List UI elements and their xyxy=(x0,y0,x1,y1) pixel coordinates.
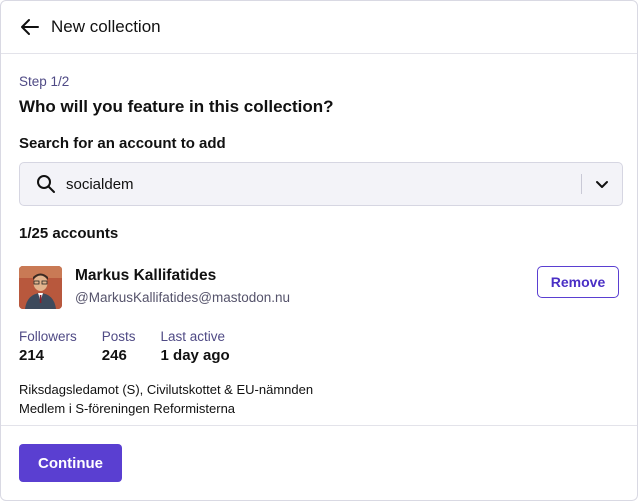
step-indicator: Step 1/2 xyxy=(19,74,70,89)
remove-button[interactable]: Remove xyxy=(537,266,619,298)
bio-line: Riksdagsledamot (S), Civilutskottet & EU… xyxy=(19,382,314,397)
bio-line: Medlem i S-föreningen Reformisterna xyxy=(19,401,236,416)
page-title: New collection xyxy=(51,17,161,36)
avatar xyxy=(19,266,62,309)
account-stats: Followers 214 Posts 246 Last active 1 da… xyxy=(19,329,619,364)
stat-followers: Followers 214 xyxy=(19,329,77,364)
chevron-down-icon xyxy=(596,180,608,188)
search-input[interactable] xyxy=(66,175,581,193)
back-button[interactable] xyxy=(19,16,41,38)
header: New collection xyxy=(1,1,637,54)
stat-posts: Posts 246 xyxy=(102,329,136,364)
account-bio: Riksdagsledamot (S), Civilutskottet & EU… xyxy=(19,380,619,418)
stat-label: Last active xyxy=(160,329,226,344)
search-label: Search for an account to add xyxy=(19,135,226,152)
stat-value: 214 xyxy=(19,347,45,364)
account-search xyxy=(19,162,623,206)
footer: Continue xyxy=(1,425,637,482)
main-content: Step 1/2 Who will you feature in this co… xyxy=(1,54,637,418)
search-dropdown-button[interactable] xyxy=(582,162,622,206)
account-name: Markus Kallifatides xyxy=(75,267,217,284)
account-card: Markus Kallifatides @MarkusKallifatides@… xyxy=(19,266,619,309)
dialog: New collection Step 1/2 Who will you fea… xyxy=(0,0,638,501)
continue-button[interactable]: Continue xyxy=(19,444,122,482)
account-handle: @MarkusKallifatides@mastodon.nu xyxy=(75,290,291,305)
stat-value: 246 xyxy=(101,347,127,364)
account-count: 1/25 accounts xyxy=(19,225,119,242)
stat-value: 1 day ago xyxy=(160,347,230,364)
account-info: Markus Kallifatides @MarkusKallifatides@… xyxy=(75,266,290,309)
stat-label: Posts xyxy=(101,329,136,344)
stat-label: Followers xyxy=(19,329,77,344)
search-icon xyxy=(26,174,66,194)
arrow-left-icon xyxy=(21,19,39,35)
step-question: Who will you feature in this collection? xyxy=(19,97,334,116)
stat-last-active: Last active 1 day ago xyxy=(161,329,230,364)
